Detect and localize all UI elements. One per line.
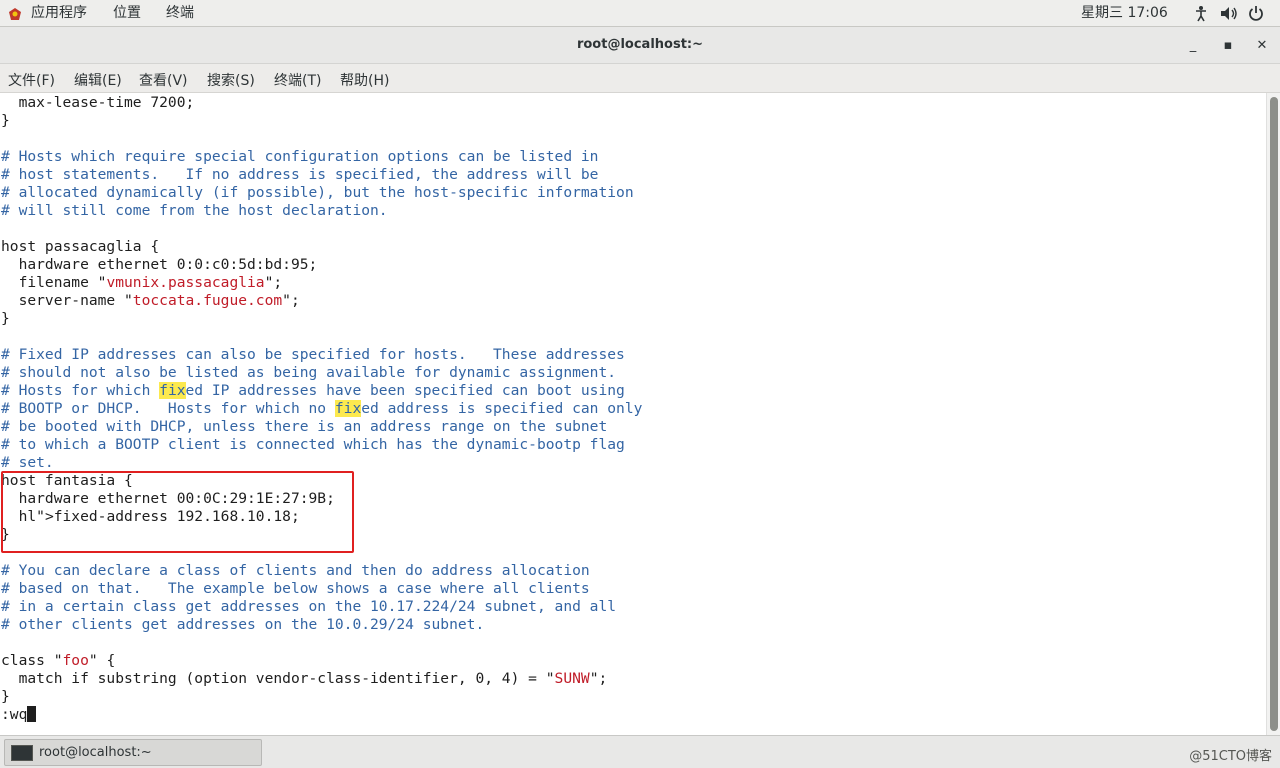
terminal-line: match if substring (option vendor-class-… — [1, 670, 608, 687]
window-title: root@localhost:~ — [576, 37, 704, 52]
terminal-line: # set. — [1, 454, 54, 471]
terminal-line: :wq — [1, 706, 37, 724]
menu-terminal[interactable]: 终端(T) — [274, 70, 321, 90]
taskbar-window-label: root@localhost:~ — [39, 745, 152, 760]
minimize-button[interactable]: _ — [1182, 35, 1204, 57]
volume-icon[interactable] — [1220, 6, 1238, 21]
terminal-app-menu[interactable]: 终端 — [166, 4, 194, 23]
power-icon[interactable] — [1248, 5, 1264, 21]
menu-help[interactable]: 帮助(H) — [340, 70, 389, 90]
terminal-line: # Hosts for which fixed IP addresses hav… — [1, 382, 625, 399]
terminal-line: server-name "toccata.fugue.com"; — [1, 292, 300, 309]
terminal-line: # You can declare a class of clients and… — [1, 562, 590, 579]
terminal-icon — [11, 745, 33, 761]
maximize-button[interactable]: ▪ — [1217, 35, 1239, 57]
scrollbar[interactable] — [1266, 93, 1280, 735]
terminal-line: # other clients get addresses on the 10.… — [1, 616, 485, 633]
menu-edit[interactable]: 编辑(E) — [74, 70, 122, 90]
menu-search[interactable]: 搜索(S) — [207, 70, 255, 90]
terminal-line: # be booted with DHCP, unless there is a… — [1, 418, 608, 435]
annotation-box — [1, 471, 354, 553]
places-menu[interactable]: 位置 — [113, 4, 141, 23]
applications-menu[interactable]: 应用程序 — [31, 4, 87, 23]
text-cursor — [27, 706, 37, 722]
clock[interactable]: 星期三 17:06 — [1081, 4, 1168, 23]
terminal-line: # Hosts which require special configurat… — [1, 148, 599, 165]
close-button[interactable]: ✕ — [1251, 35, 1273, 57]
terminal-content[interactable]: max-lease-time 7200;} # Hosts which requi… — [0, 93, 1266, 735]
terminal-line: # Fixed IP addresses can also be specifi… — [1, 346, 625, 363]
terminal-line: } — [1, 688, 10, 705]
terminal-line: } — [1, 310, 10, 327]
terminal-line: # host statements. If no address is spec… — [1, 166, 599, 183]
watermark: @51CTO博客 — [1189, 749, 1272, 764]
terminal-line: filename "vmunix.passacaglia"; — [1, 274, 283, 291]
top-bar: 应用程序 位置 终端 星期三 17:06 — [0, 0, 1280, 27]
terminal-line: # based on that. The example below shows… — [1, 580, 590, 597]
window-titlebar[interactable]: root@localhost:~ _ ▪ ✕ — [0, 27, 1280, 64]
terminal-line: # will still come from the host declarat… — [1, 202, 388, 219]
terminal-line: # BOOTP or DHCP. Hosts for which no fixe… — [1, 400, 643, 417]
terminal-line: # to which a BOOTP client is connected w… — [1, 436, 625, 453]
terminal-line: class "foo" { — [1, 652, 116, 669]
apps-menu-icon[interactable] — [8, 7, 22, 21]
terminal-line: # in a certain class get addresses on th… — [1, 598, 617, 615]
terminal-line: host passacaglia { — [1, 238, 160, 255]
menu-file[interactable]: 文件(F) — [8, 70, 55, 90]
terminal-line: # should not also be listed as being ava… — [1, 364, 617, 381]
menu-view[interactable]: 查看(V) — [139, 70, 188, 90]
terminal-line: hardware ethernet 0:0:c0:5d:bd:95; — [1, 256, 318, 273]
taskbar-window-button[interactable]: root@localhost:~ — [4, 739, 262, 766]
scrollbar-thumb[interactable] — [1270, 97, 1278, 731]
menu-bar: 文件(F) 编辑(E) 查看(V) 搜索(S) 终端(T) 帮助(H) — [0, 64, 1280, 93]
terminal-line: max-lease-time 7200; — [1, 94, 195, 111]
terminal-line: } — [1, 112, 10, 129]
accessibility-icon[interactable] — [1193, 5, 1209, 22]
terminal-line: # allocated dynamically (if possible), b… — [1, 184, 634, 201]
taskbar: root@localhost:~ @51CTO博客 — [0, 735, 1280, 768]
